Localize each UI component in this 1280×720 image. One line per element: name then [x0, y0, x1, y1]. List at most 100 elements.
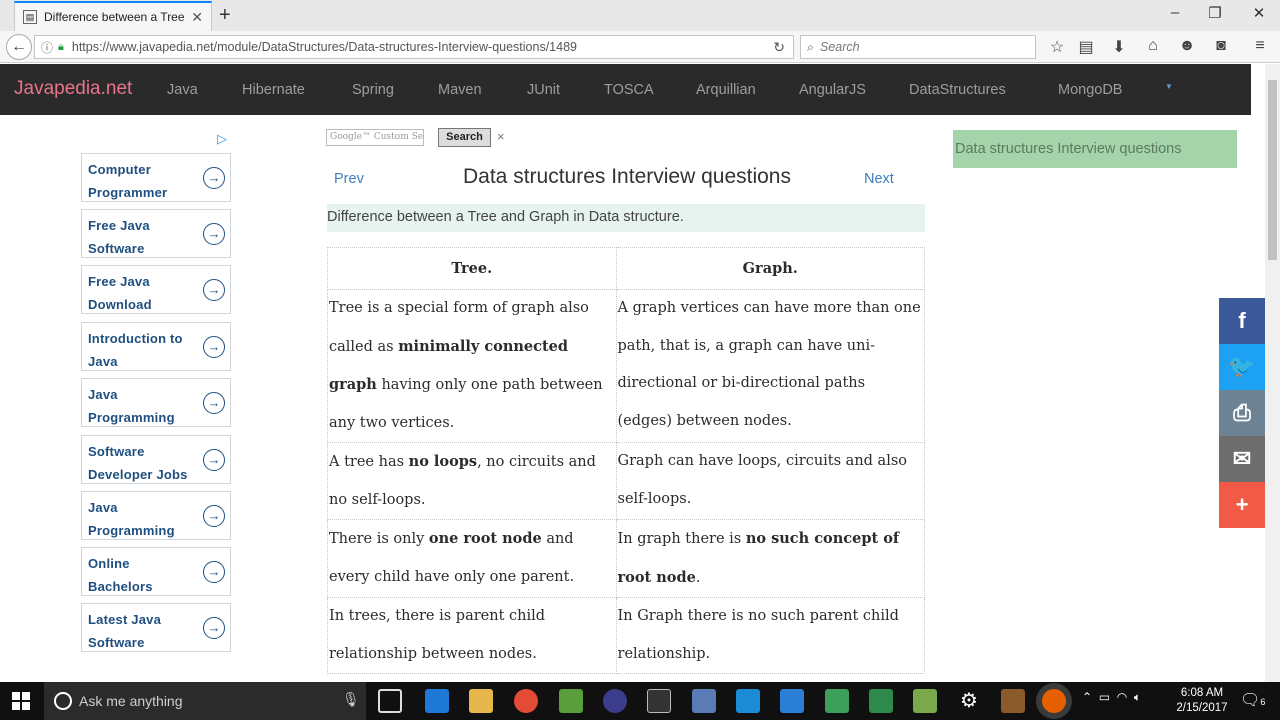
- ad-label: Software Developer Jobs: [88, 444, 188, 482]
- nav-angularjs[interactable]: AngularJS: [799, 82, 866, 98]
- site-search-button[interactable]: Search: [438, 128, 491, 147]
- arrow-right-icon: →: [203, 167, 225, 189]
- prev-link[interactable]: Prev: [334, 171, 364, 187]
- site-logo[interactable]: Javapedia.net: [14, 78, 132, 100]
- photos-icon[interactable]: [825, 689, 849, 713]
- next-link[interactable]: Next: [864, 171, 894, 187]
- bookmark-star-icon[interactable]: ☆: [1046, 37, 1068, 57]
- tree-cell: In trees, there is parent child relation…: [327, 597, 617, 674]
- tab-title: Difference between a Tree...: [44, 10, 186, 24]
- menu-icon[interactable]: ≡: [1249, 37, 1271, 55]
- action-center-icon[interactable]: 🗨︎6: [1240, 690, 1265, 710]
- ad-label: Free Java Software: [88, 218, 150, 256]
- site-header: Javapedia.net Java Hibernate Spring Mave…: [0, 64, 1251, 115]
- comparison-table: Tree. Graph. Tree is a special form of g…: [327, 247, 926, 674]
- eclipse-icon[interactable]: [603, 689, 627, 713]
- browser-tab[interactable]: ▤ Difference between a Tree... ✕: [14, 1, 212, 31]
- ad-link[interactable]: Online Bachelors →: [81, 547, 231, 596]
- arrow-right-icon: →: [203, 223, 225, 245]
- nav-datastructures[interactable]: DataStructures: [909, 82, 1006, 98]
- ad-link[interactable]: Java Programming →: [81, 378, 231, 427]
- tab-close-icon[interactable]: ✕: [191, 9, 203, 26]
- ad-label: Latest Java Software: [88, 612, 162, 650]
- nav-tosca[interactable]: TOSCA: [604, 82, 654, 98]
- nav-hibernate[interactable]: Hibernate: [242, 82, 305, 98]
- windows-start-icon[interactable]: [12, 692, 30, 710]
- app-icon[interactable]: [559, 689, 583, 713]
- reload-icon[interactable]: ↻: [773, 39, 785, 56]
- nav-spring[interactable]: Spring: [352, 82, 394, 98]
- email-icon[interactable]: ✉: [1219, 436, 1265, 482]
- tree-app-icon[interactable]: [869, 689, 893, 713]
- terminal-icon[interactable]: [647, 689, 671, 713]
- ad-link[interactable]: Java Programming →: [81, 491, 231, 540]
- ad-link[interactable]: Computer Programmer →: [81, 153, 231, 202]
- search-clear-icon[interactable]: ×: [497, 129, 505, 144]
- arrow-right-icon: →: [203, 336, 225, 358]
- ad-link[interactable]: Free Java Download →: [81, 265, 231, 314]
- browser-search-input[interactable]: ⌕ Search: [800, 35, 1036, 59]
- window-close-icon[interactable]: ✕: [1249, 4, 1269, 22]
- settings-gear-icon[interactable]: ⚙: [957, 689, 981, 713]
- arrow-right-icon: →: [203, 449, 225, 471]
- new-tab-button[interactable]: +: [219, 4, 231, 27]
- cell-text: In graph there is: [617, 531, 746, 547]
- chat-icon[interactable]: ☻: [1176, 37, 1198, 55]
- ad-label: Computer Programmer: [88, 162, 168, 200]
- site-search-input[interactable]: Google™ Custom Sea: [326, 129, 424, 146]
- cell-text: Graph can have loops, circuits and also …: [617, 453, 908, 507]
- nav-maven[interactable]: Maven: [438, 82, 482, 98]
- scrollbar-thumb[interactable]: [1268, 80, 1277, 260]
- related-topic-box[interactable]: Data structures Interview questions: [953, 130, 1237, 168]
- cell-text: There is only: [329, 531, 429, 547]
- cortana-search-box[interactable]: Ask me anything 🎙︎: [44, 682, 366, 720]
- edge-icon[interactable]: [425, 689, 449, 713]
- task-view-icon[interactable]: [378, 689, 402, 713]
- chrome-icon[interactable]: [514, 689, 538, 713]
- arrow-right-icon: →: [203, 505, 225, 527]
- search-placeholder: Search: [820, 40, 860, 54]
- firefox-icon[interactable]: [1042, 689, 1066, 713]
- microphone-icon[interactable]: 🎙︎: [342, 691, 360, 708]
- game-app-icon[interactable]: [1001, 689, 1025, 713]
- tree-cell: Tree is a special form of graph also cal…: [327, 289, 617, 443]
- ad-link[interactable]: Introduction to Java →: [81, 322, 231, 371]
- page-title: Data structures Interview questions: [463, 165, 791, 188]
- adchoices-icon[interactable]: ▷: [217, 131, 227, 147]
- more-icon[interactable]: +: [1219, 482, 1265, 528]
- reading-list-icon[interactable]: ▤: [1075, 37, 1097, 57]
- notepad-icon[interactable]: [913, 689, 937, 713]
- search-icon: ⌕: [807, 39, 815, 54]
- pocket-icon[interactable]: ◙: [1210, 37, 1232, 55]
- vscode-icon[interactable]: [780, 689, 804, 713]
- mail-icon[interactable]: [736, 689, 760, 713]
- file-explorer-icon[interactable]: [469, 689, 493, 713]
- info-icon[interactable]: ⓘ: [41, 39, 53, 56]
- ad-link[interactable]: Free Java Software →: [81, 209, 231, 258]
- system-tray[interactable]: ⌃ ▭ ◠ 🔈︎: [1082, 690, 1141, 705]
- cell-text: A graph vertices can have more than one …: [617, 300, 921, 429]
- url-bar[interactable]: ⓘ 🔒︎ https://www.javapedia.net/module/Da…: [34, 35, 794, 59]
- nav-junit[interactable]: JUnit: [527, 82, 560, 98]
- clock-date: 2/15/2017: [1176, 702, 1228, 714]
- nav-java[interactable]: Java: [167, 82, 198, 98]
- ad-link[interactable]: Software Developer Jobs →: [81, 435, 231, 484]
- arrow-right-icon: →: [203, 561, 225, 583]
- twitter-icon[interactable]: 🐦: [1219, 344, 1265, 390]
- clock[interactable]: 6:08 AM 2/15/2017: [1172, 686, 1232, 716]
- home-icon[interactable]: ⌂: [1142, 37, 1164, 55]
- nav-mongodb[interactable]: MongoDB: [1058, 82, 1122, 98]
- facebook-icon[interactable]: f: [1219, 298, 1265, 344]
- back-button[interactable]: ←: [6, 34, 32, 60]
- arrow-right-icon: →: [203, 617, 225, 639]
- download-icon[interactable]: ⬇: [1108, 37, 1130, 57]
- maximize-icon[interactable]: ❐: [1205, 4, 1225, 22]
- ad-link[interactable]: Latest Java Software →: [81, 603, 231, 652]
- network-app-icon[interactable]: [692, 689, 716, 713]
- column-header-graph: Graph.: [615, 247, 926, 290]
- nav-dropdown-caret-icon[interactable]: ▼: [1165, 82, 1173, 91]
- print-icon[interactable]: ⎙: [1219, 390, 1265, 436]
- cell-text: In trees, there is parent child relation…: [329, 608, 546, 662]
- minimize-icon[interactable]: –: [1165, 4, 1185, 21]
- nav-arquillian[interactable]: Arquillian: [696, 82, 756, 98]
